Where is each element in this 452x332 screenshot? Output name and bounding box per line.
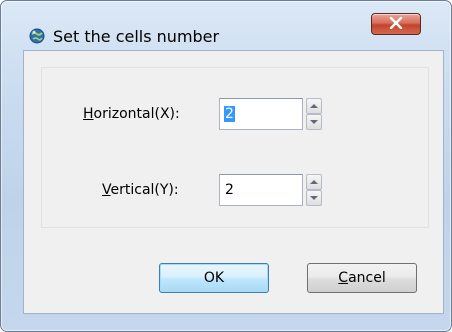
- horizontal-spin-down-button[interactable]: [306, 114, 322, 130]
- vertical-value: 2: [225, 182, 234, 198]
- dialog-client-area: Horizontal(X): 2 Vertical(Y): 2 OK Cance…: [23, 50, 444, 314]
- horizontal-spin-up-button[interactable]: [306, 98, 322, 114]
- fields-group: Horizontal(X): 2 Vertical(Y): 2: [41, 67, 429, 228]
- horizontal-spinner[interactable]: [306, 98, 322, 130]
- dialog-window: Set the cells number Horizontal(X): 2 Ve…: [0, 0, 452, 332]
- ok-button-label: OK: [203, 270, 225, 286]
- vertical-spin-up-button[interactable]: [306, 174, 322, 190]
- close-icon: [389, 17, 403, 29]
- cancel-button-label: Cancel: [338, 270, 386, 286]
- arrow-down-icon: [310, 196, 318, 200]
- close-button[interactable]: [371, 13, 421, 35]
- arrow-up-icon: [310, 104, 318, 108]
- horizontal-value: 2: [224, 106, 235, 122]
- vertical-label: Vertical(Y):: [102, 182, 179, 198]
- arrow-down-icon: [310, 120, 318, 124]
- window-title: Set the cells number: [53, 27, 220, 46]
- vertical-spin-down-button[interactable]: [306, 190, 322, 206]
- arrow-up-icon: [310, 180, 318, 184]
- vertical-spinner[interactable]: [306, 174, 322, 206]
- horizontal-label: Horizontal(X):: [83, 106, 180, 122]
- title-bar[interactable]: Set the cells number: [1, 1, 451, 46]
- horizontal-input[interactable]: 2: [219, 98, 303, 130]
- vertical-input[interactable]: 2: [219, 174, 303, 206]
- globe-icon: [29, 28, 45, 44]
- ok-button[interactable]: OK: [159, 263, 269, 293]
- cancel-button[interactable]: Cancel: [307, 263, 417, 293]
